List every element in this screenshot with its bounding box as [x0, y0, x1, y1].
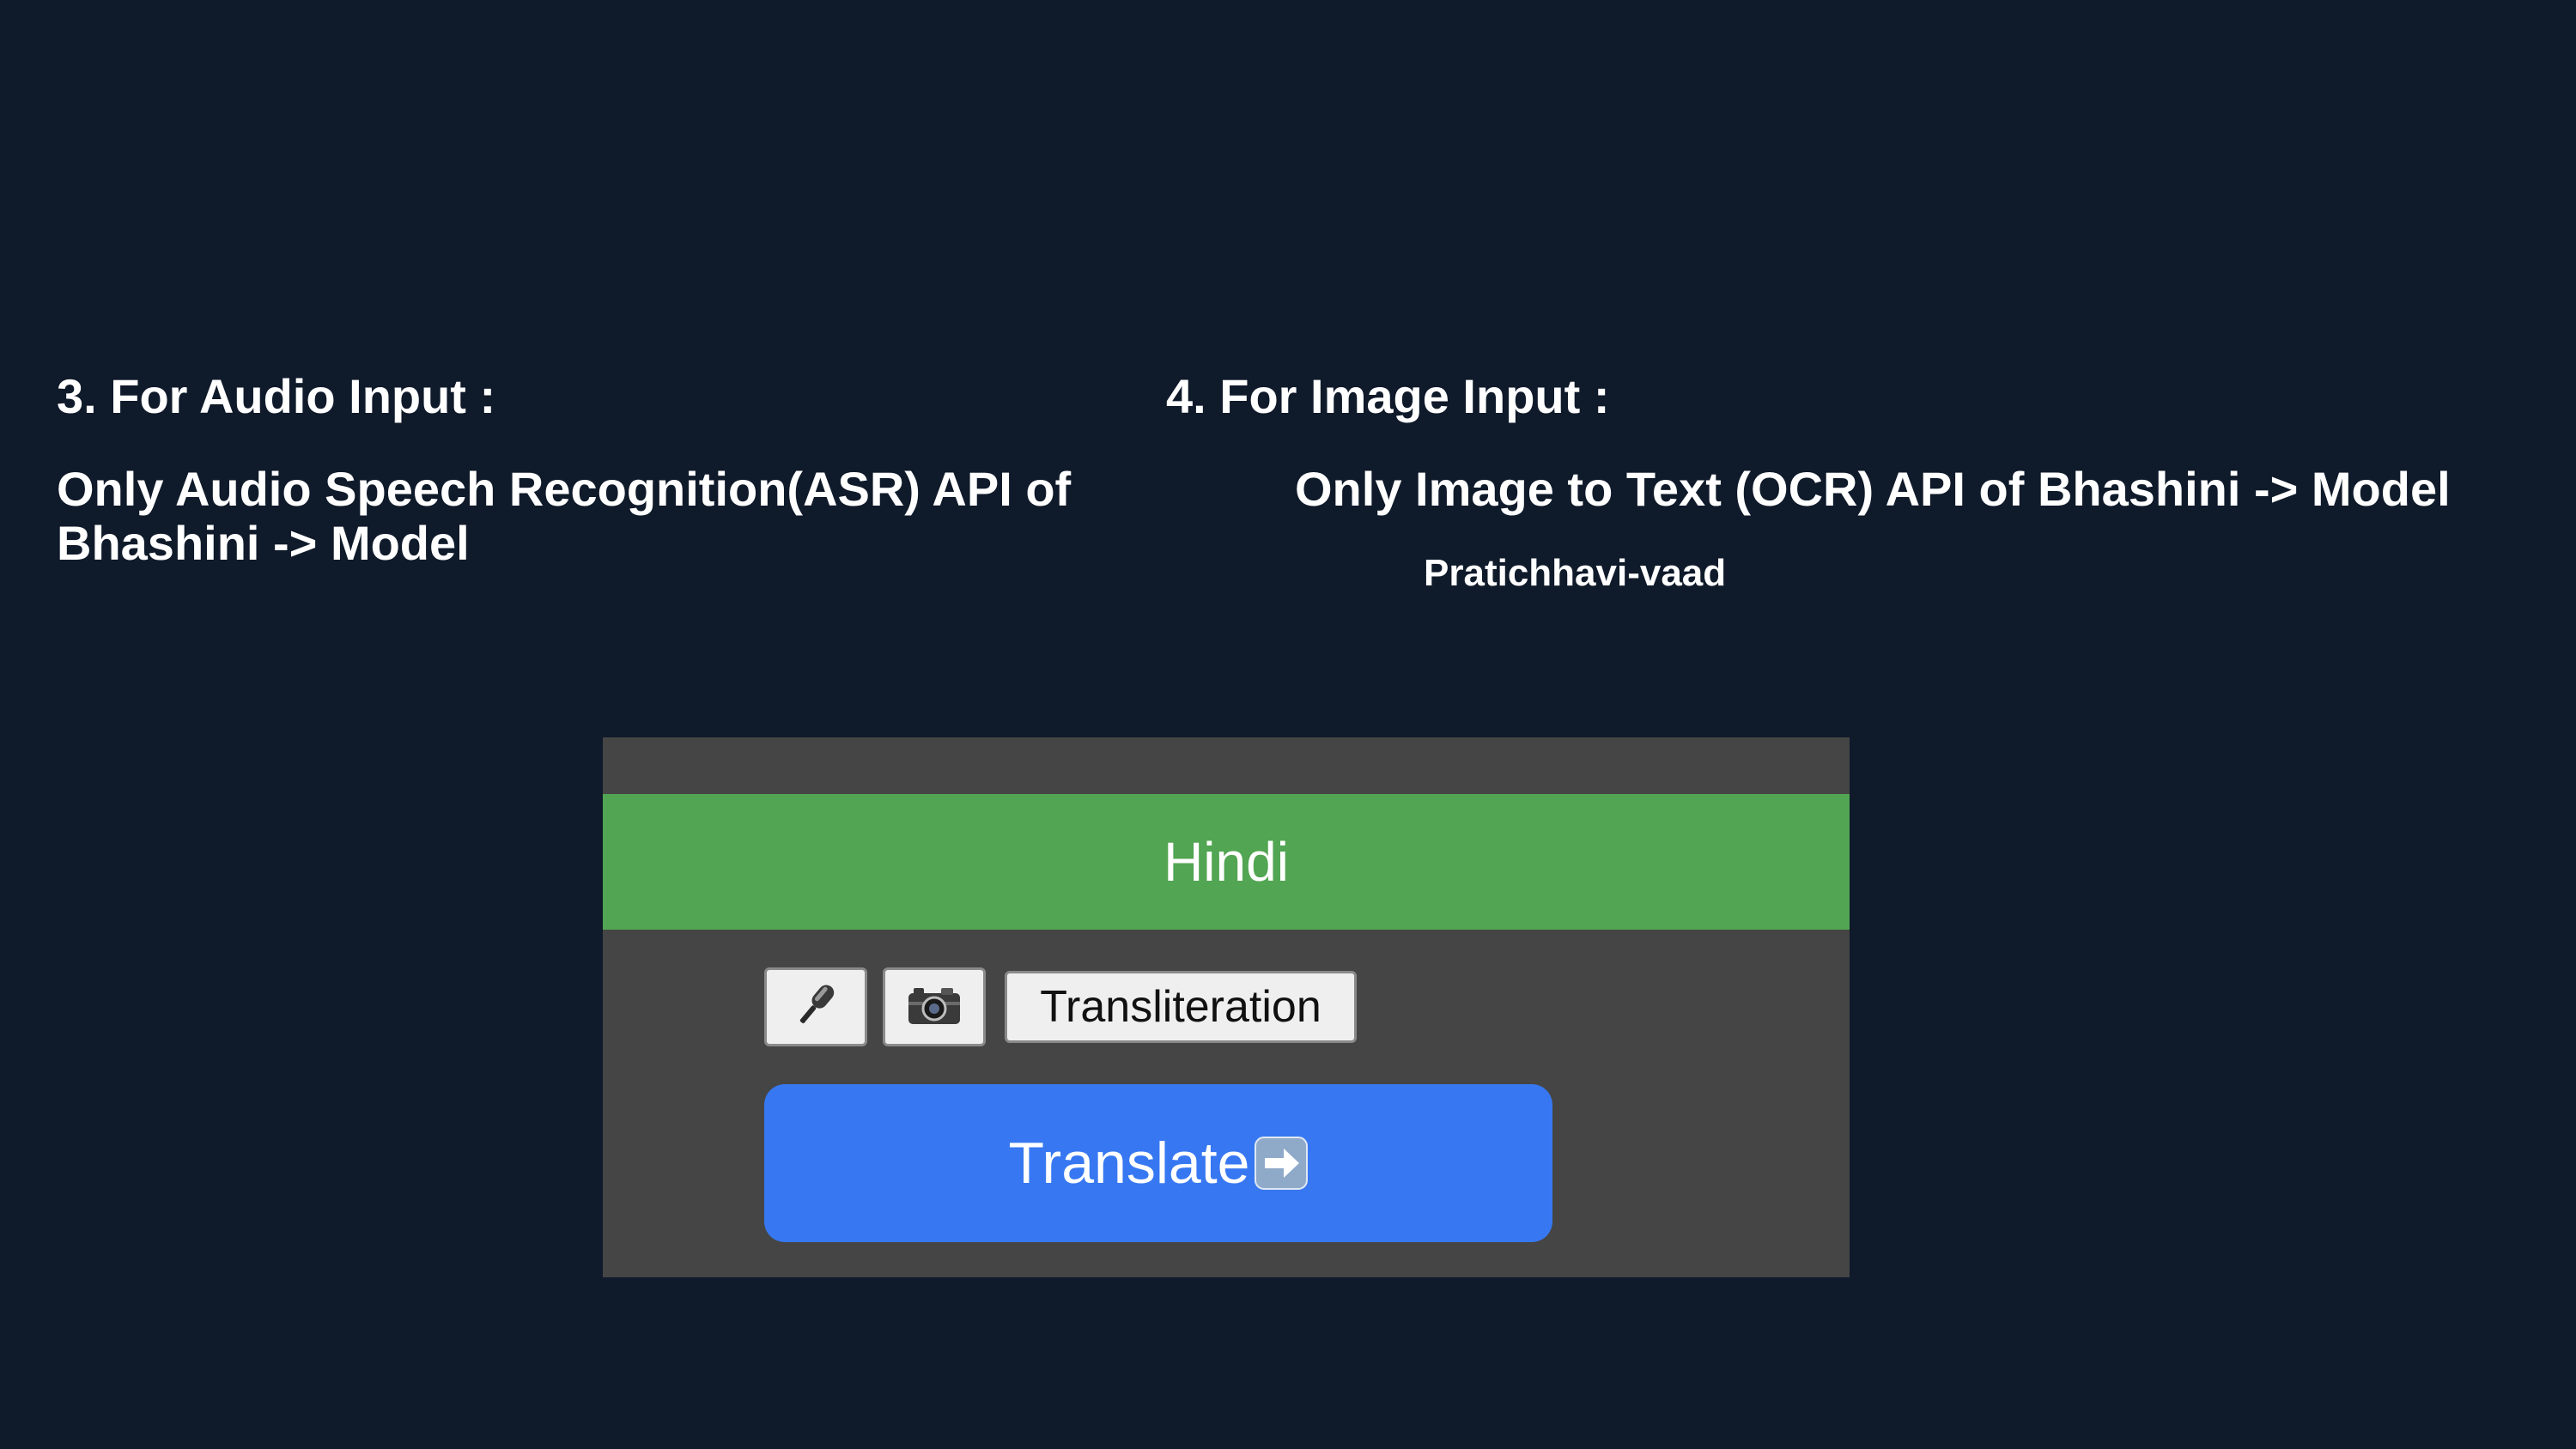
translator-app-panel: Hindi Transliteration Translate	[603, 737, 1850, 1277]
transliteration-label: Transliteration	[1040, 982, 1321, 1032]
image-input-description: Only Image to Text (OCR) API of Bhashini…	[1295, 462, 2451, 516]
camera-button[interactable]	[883, 967, 986, 1046]
microphone-button[interactable]	[764, 967, 867, 1046]
camera-icon	[907, 983, 962, 1032]
audio-input-description: Only Audio Speech Recognition(ASR) API o…	[57, 462, 1072, 570]
language-label: Hindi	[1163, 831, 1289, 893]
right-arrow-icon	[1255, 1137, 1309, 1190]
image-input-heading: 4. For Image Input :	[1166, 369, 1610, 423]
model-name: Pratichhavi-vaad	[1424, 552, 1727, 594]
language-selector[interactable]: Hindi	[603, 794, 1850, 930]
audio-input-heading: 3. For Audio Input :	[57, 369, 496, 423]
transliteration-button[interactable]: Transliteration	[1005, 971, 1357, 1043]
translate-label: Translate	[1008, 1131, 1250, 1196]
translate-button[interactable]: Translate	[764, 1084, 1552, 1242]
microphone-icon	[788, 978, 843, 1037]
